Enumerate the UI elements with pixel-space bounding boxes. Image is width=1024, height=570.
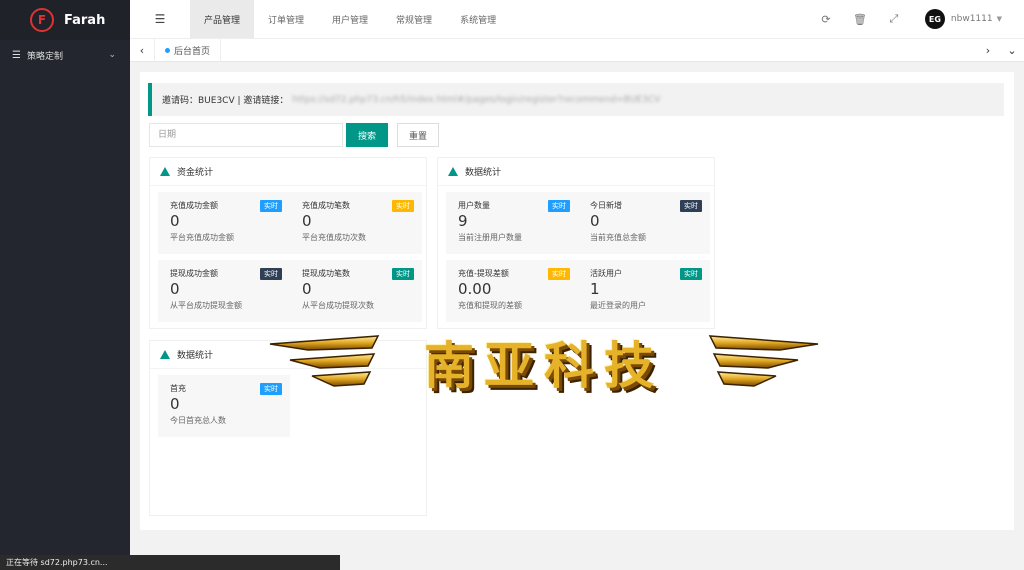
panel-header: 数据统计 [150, 341, 426, 369]
tab-home[interactable]: 后台首页 [154, 38, 222, 62]
panel-title: 数据统计 [465, 168, 502, 178]
stat-value: 9 [458, 212, 468, 230]
tab-bar: ‹ 后台首页 › ⌄ [130, 38, 1024, 62]
logo-icon: F [30, 8, 54, 32]
stat-card: 充值-提现差额 实时 0.00 充值和提现的差额 [446, 260, 578, 322]
warning-icon [448, 167, 458, 176]
stat-card: 充值成功笔数 实时 0 平台充值成功次数 [290, 192, 422, 254]
invite-text: 邀请码：BUE3CV | 邀请链接： [162, 96, 289, 106]
stat-desc: 今日首充总人数 [170, 416, 226, 425]
stat-card: 充值成功金额 实时 0 平台充值成功金额 [158, 192, 290, 254]
stat-value: 0 [170, 280, 180, 298]
stat-value: 0 [302, 280, 312, 298]
user-menu[interactable]: EG nbw1111 ▼ [911, 9, 1024, 29]
logo[interactable]: F Farah [0, 0, 130, 40]
chevron-down-icon: ⌄ [108, 50, 116, 60]
reset-button[interactable]: 重置 [397, 123, 439, 147]
list-icon: ☰ [12, 49, 21, 61]
app-name: Farah [64, 12, 106, 28]
stat-card: 活跃用户 实时 1 最近登录的用户 [578, 260, 710, 322]
stat-value: 0 [590, 212, 600, 230]
funds-panel: 资金统计 充值成功金额 实时 0 平台充值成功金额 充值成功笔数 实时 0 平台… [149, 157, 427, 329]
stat-value: 0 [170, 395, 180, 413]
main-content: 邀请码：BUE3CV | 邀请链接： https://sd72.php73.cn… [140, 72, 1014, 530]
stat-desc: 当前注册用户数量 [458, 233, 522, 242]
avatar: EG [924, 9, 945, 29]
stat-desc: 从平台成功提现金额 [170, 301, 242, 310]
stat-card: 首充 实时 0 今日首充总人数 [158, 375, 290, 437]
stat-value: 0 [302, 212, 312, 230]
browser-status-bar: 正在等待 sd72.php73.cn... [0, 555, 340, 570]
stat-value: 1 [590, 280, 600, 298]
stat-card: 今日新增 实时 0 当前充值总金额 [578, 192, 710, 254]
top-header: ☰ 产品管理 订单管理 用户管理 常规管理 系统管理 ⟳ 🗑 ⤢ EG nbw1… [130, 0, 1024, 38]
data-panel: 数据统计 用户数量 实时 9 当前注册用户数量 今日新增 实时 0 当前充值总金… [437, 157, 715, 329]
realtime-badge: 实时 [548, 268, 570, 280]
panel-header: 数据统计 [438, 158, 714, 186]
sidebar-item-label: 策略定制 [26, 51, 63, 62]
stat-desc: 从平台成功提现次数 [302, 301, 374, 310]
date-input[interactable] [149, 123, 343, 147]
fullscreen-icon[interactable]: ⤢ [877, 12, 911, 26]
stat-desc: 充值和提现的差额 [458, 301, 522, 310]
nav-order[interactable]: 订单管理 [254, 0, 318, 38]
warning-icon [160, 167, 170, 176]
nav-user[interactable]: 用户管理 [318, 0, 382, 38]
stat-desc: 平台充值成功金额 [170, 233, 234, 242]
tab-scroll-right-icon[interactable]: › [976, 44, 1000, 57]
nav-general[interactable]: 常规管理 [382, 0, 446, 38]
stat-card: 提现成功笔数 实时 0 从平台成功提现次数 [290, 260, 422, 322]
tab-scroll-left-icon[interactable]: ‹ [130, 44, 154, 57]
realtime-badge: 实时 [392, 200, 414, 212]
invite-banner: 邀请码：BUE3CV | 邀请链接： https://sd72.php73.cn… [148, 83, 1004, 116]
active-dot-icon [165, 47, 170, 53]
nav-system[interactable]: 系统管理 [446, 0, 510, 38]
panel-title: 数据统计 [177, 351, 214, 361]
stat-desc: 最近登录的用户 [590, 301, 646, 310]
sidebar: F Farah ☰ 策略定制 ⌄ [0, 0, 130, 570]
stat-card: 提现成功金额 实时 0 从平台成功提现金额 [158, 260, 290, 322]
sidebar-item-strategy[interactable]: ☰ 策略定制 ⌄ [0, 40, 130, 70]
stat-desc: 平台充值成功次数 [302, 233, 366, 242]
panel-header: 资金统计 [150, 158, 426, 186]
trash-icon[interactable]: 🗑 [843, 13, 877, 26]
search-button[interactable]: 搜索 [346, 123, 388, 147]
realtime-badge: 实时 [260, 268, 282, 280]
tab-label: 后台首页 [174, 46, 211, 57]
nav-product[interactable]: 产品管理 [190, 0, 255, 38]
stat-value: 0.00 [458, 280, 492, 298]
realtime-badge: 实时 [260, 383, 282, 395]
realtime-badge: 实时 [260, 200, 282, 212]
warning-icon [160, 350, 170, 359]
caret-down-icon: ▼ [996, 15, 1002, 23]
user-name: nbw1111 [950, 14, 993, 24]
tab-menu-icon[interactable]: ⌄ [1000, 44, 1024, 57]
stat-desc: 当前充值总金额 [590, 233, 646, 242]
realtime-badge: 实时 [548, 200, 570, 212]
invite-link[interactable]: https://sd72.php73.cn/h5/index.html#/pag… [292, 95, 660, 105]
first-charge-panel: 数据统计 首充 实时 0 今日首充总人数 [149, 340, 427, 516]
stat-value: 0 [170, 212, 180, 230]
panel-title: 资金统计 [177, 168, 214, 178]
realtime-badge: 实时 [680, 200, 702, 212]
menu-toggle-icon[interactable]: ☰ [130, 0, 190, 38]
realtime-badge: 实时 [680, 268, 702, 280]
stat-card: 用户数量 实时 9 当前注册用户数量 [446, 192, 578, 254]
realtime-badge: 实时 [392, 268, 414, 280]
refresh-icon[interactable]: ⟳ [809, 13, 843, 26]
